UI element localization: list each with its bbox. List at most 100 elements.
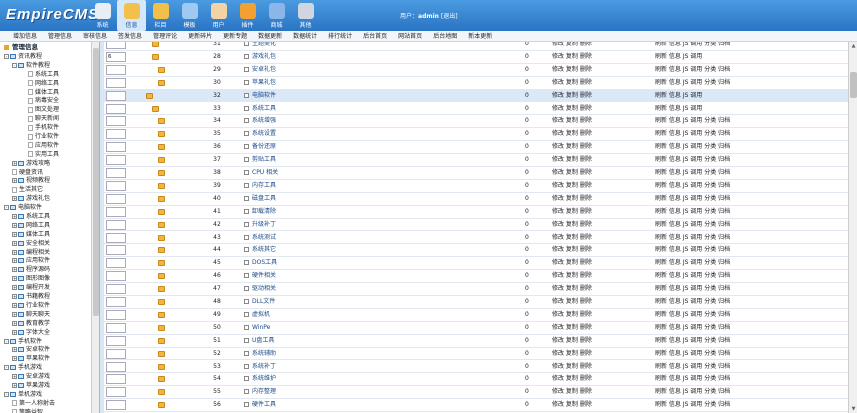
refresh-links[interactable]: 刷新 信息 JS 调用 分类 归档 bbox=[655, 219, 730, 231]
category-name-link[interactable]: CPU 相关 bbox=[252, 167, 278, 179]
edit-copy-delete-links[interactable]: 修改 复制 删除 bbox=[552, 309, 592, 321]
subnav-link[interactable]: 管理评论 bbox=[153, 31, 177, 42]
refresh-links[interactable]: 刷新 信息 JS 调用 分类 归档 bbox=[655, 399, 730, 411]
folder-icon[interactable] bbox=[158, 234, 165, 241]
select-checkbox[interactable] bbox=[244, 221, 249, 227]
category-name-link[interactable]: 电脑软件 bbox=[252, 90, 276, 102]
sort-order-input[interactable] bbox=[106, 309, 126, 320]
folder-icon[interactable] bbox=[158, 131, 165, 138]
category-name-link[interactable]: 系统辅助 bbox=[252, 348, 276, 360]
expand-icon[interactable]: + bbox=[12, 311, 17, 317]
category-name-link[interactable]: 备份还原 bbox=[252, 141, 276, 153]
refresh-links[interactable]: 刷新 信息 JS 调用 分类 归档 bbox=[655, 244, 730, 256]
scroll-down-icon[interactable]: ▼ bbox=[850, 406, 857, 412]
expand-icon[interactable]: + bbox=[12, 382, 17, 388]
folder-icon[interactable] bbox=[158, 286, 165, 293]
tree-node[interactable]: + 安卓游戏 bbox=[0, 373, 99, 382]
sort-order-input[interactable] bbox=[106, 297, 126, 307]
select-checkbox[interactable] bbox=[244, 402, 249, 408]
select-checkbox[interactable] bbox=[244, 118, 249, 124]
select-checkbox[interactable] bbox=[244, 286, 249, 292]
edit-copy-delete-links[interactable]: 修改 复制 删除 bbox=[552, 399, 592, 411]
folder-icon[interactable] bbox=[158, 363, 165, 370]
edit-copy-delete-links[interactable]: 修改 复制 删除 bbox=[552, 206, 592, 218]
edit-copy-delete-links[interactable]: 修改 复制 删除 bbox=[552, 51, 592, 63]
sort-order-input[interactable] bbox=[106, 348, 126, 359]
logout-link[interactable]: [退出] bbox=[441, 13, 458, 20]
category-name-link[interactable]: WinPe bbox=[252, 322, 270, 334]
select-checkbox[interactable] bbox=[244, 208, 249, 214]
expand-icon[interactable]: + bbox=[12, 222, 17, 228]
collapse-icon[interactable]: - bbox=[12, 62, 17, 68]
topnav-item-info[interactable]: 信息 bbox=[117, 0, 146, 31]
select-checkbox[interactable] bbox=[244, 42, 249, 46]
expand-icon[interactable]: + bbox=[12, 374, 17, 380]
expand-icon[interactable]: + bbox=[12, 231, 17, 237]
tree-node[interactable]: + 字体大全 bbox=[0, 329, 99, 338]
tree-node[interactable]: + 书籍教程 bbox=[0, 293, 99, 302]
sort-order-input[interactable] bbox=[106, 129, 126, 140]
sort-order-input[interactable] bbox=[106, 335, 126, 346]
category-name-link[interactable]: 系统工具 bbox=[252, 103, 276, 115]
category-name-link[interactable]: 驱动相关 bbox=[252, 283, 276, 295]
tree-node[interactable]: 系统工具 bbox=[0, 71, 99, 80]
collapse-icon[interactable]: - bbox=[4, 338, 9, 344]
category-name-link[interactable]: 安卓礼包 bbox=[252, 64, 276, 76]
tree-node[interactable]: 图文处理 bbox=[0, 106, 99, 115]
sort-order-input[interactable]: 6 bbox=[106, 51, 126, 62]
edit-copy-delete-links[interactable]: 修改 复制 删除 bbox=[552, 141, 592, 153]
select-checkbox[interactable] bbox=[244, 363, 249, 369]
edit-copy-delete-links[interactable]: 修改 复制 删除 bbox=[552, 270, 592, 282]
expand-icon[interactable]: + bbox=[12, 160, 17, 166]
edit-copy-delete-links[interactable]: 修改 复制 删除 bbox=[552, 296, 592, 308]
tree-node[interactable]: - 资讯教程 bbox=[0, 53, 99, 62]
edit-copy-delete-links[interactable]: 修改 复制 删除 bbox=[552, 244, 592, 256]
edit-copy-delete-links[interactable]: 修改 复制 删除 bbox=[552, 103, 592, 115]
select-checkbox[interactable] bbox=[244, 157, 249, 163]
expand-icon[interactable]: + bbox=[12, 285, 17, 291]
select-checkbox[interactable] bbox=[244, 92, 249, 98]
category-name-link[interactable]: 主题美化 bbox=[252, 42, 276, 50]
tree-node[interactable]: + 系统工具 bbox=[0, 213, 99, 222]
topnav-item-plugin[interactable]: 插件 bbox=[233, 0, 262, 31]
refresh-links[interactable]: 刷新 信息 JS 调用 bbox=[655, 103, 702, 115]
sort-order-input[interactable] bbox=[106, 271, 126, 282]
category-name-link[interactable]: 磁盘工具 bbox=[252, 193, 276, 205]
expand-icon[interactable]: + bbox=[12, 249, 17, 255]
topnav-item-gear[interactable]: 其他 bbox=[291, 0, 320, 31]
tree-node[interactable]: + 视频教程 bbox=[0, 177, 99, 186]
tree-node[interactable]: 第一人称射击 bbox=[0, 400, 99, 409]
select-checkbox[interactable] bbox=[244, 105, 249, 111]
sort-order-input[interactable] bbox=[106, 90, 126, 101]
refresh-links[interactable]: 刷新 信息 JS 调用 分类 归档 bbox=[655, 64, 730, 76]
select-checkbox[interactable] bbox=[244, 247, 249, 253]
sort-order-input[interactable] bbox=[106, 116, 126, 127]
category-name-link[interactable]: 升级补丁 bbox=[252, 219, 276, 231]
tree-node[interactable]: + 游戏礼包 bbox=[0, 195, 99, 204]
folder-icon[interactable] bbox=[152, 105, 159, 112]
select-checkbox[interactable] bbox=[244, 53, 249, 59]
refresh-links[interactable]: 刷新 信息 JS 调用 分类 归档 bbox=[655, 206, 730, 218]
category-name-link[interactable]: 虚拟机 bbox=[252, 309, 270, 321]
topnav-item-folder[interactable]: 栏目 bbox=[146, 0, 175, 31]
sort-order-input[interactable] bbox=[106, 284, 126, 295]
subnav-link[interactable]: 管理信息 bbox=[48, 31, 72, 42]
folder-icon[interactable] bbox=[146, 92, 153, 99]
select-checkbox[interactable] bbox=[244, 170, 249, 175]
folder-icon[interactable] bbox=[158, 389, 165, 396]
category-name-link[interactable]: 系统增强 bbox=[252, 115, 276, 127]
refresh-links[interactable]: 刷新 信息 JS 调用 分类 归档 bbox=[655, 193, 730, 205]
refresh-links[interactable]: 刷新 信息 JS 调用 bbox=[655, 51, 702, 63]
subnav-link[interactable]: 签发信息 bbox=[118, 31, 142, 42]
sort-order-input[interactable] bbox=[106, 142, 126, 153]
refresh-links[interactable]: 刷新 信息 JS 调用 分类 归档 bbox=[655, 115, 730, 127]
category-name-link[interactable]: 系统补丁 bbox=[252, 361, 276, 373]
sort-order-input[interactable] bbox=[106, 374, 126, 385]
category-name-link[interactable]: 剪贴工具 bbox=[252, 154, 276, 166]
folder-icon[interactable] bbox=[158, 182, 165, 189]
edit-copy-delete-links[interactable]: 修改 复制 删除 bbox=[552, 90, 592, 102]
tree-node[interactable]: 策略益智 bbox=[0, 409, 99, 413]
folder-icon[interactable] bbox=[158, 221, 165, 228]
category-name-link[interactable]: 内存工具 bbox=[252, 180, 276, 192]
tree-node[interactable]: + 编程开发 bbox=[0, 284, 99, 293]
